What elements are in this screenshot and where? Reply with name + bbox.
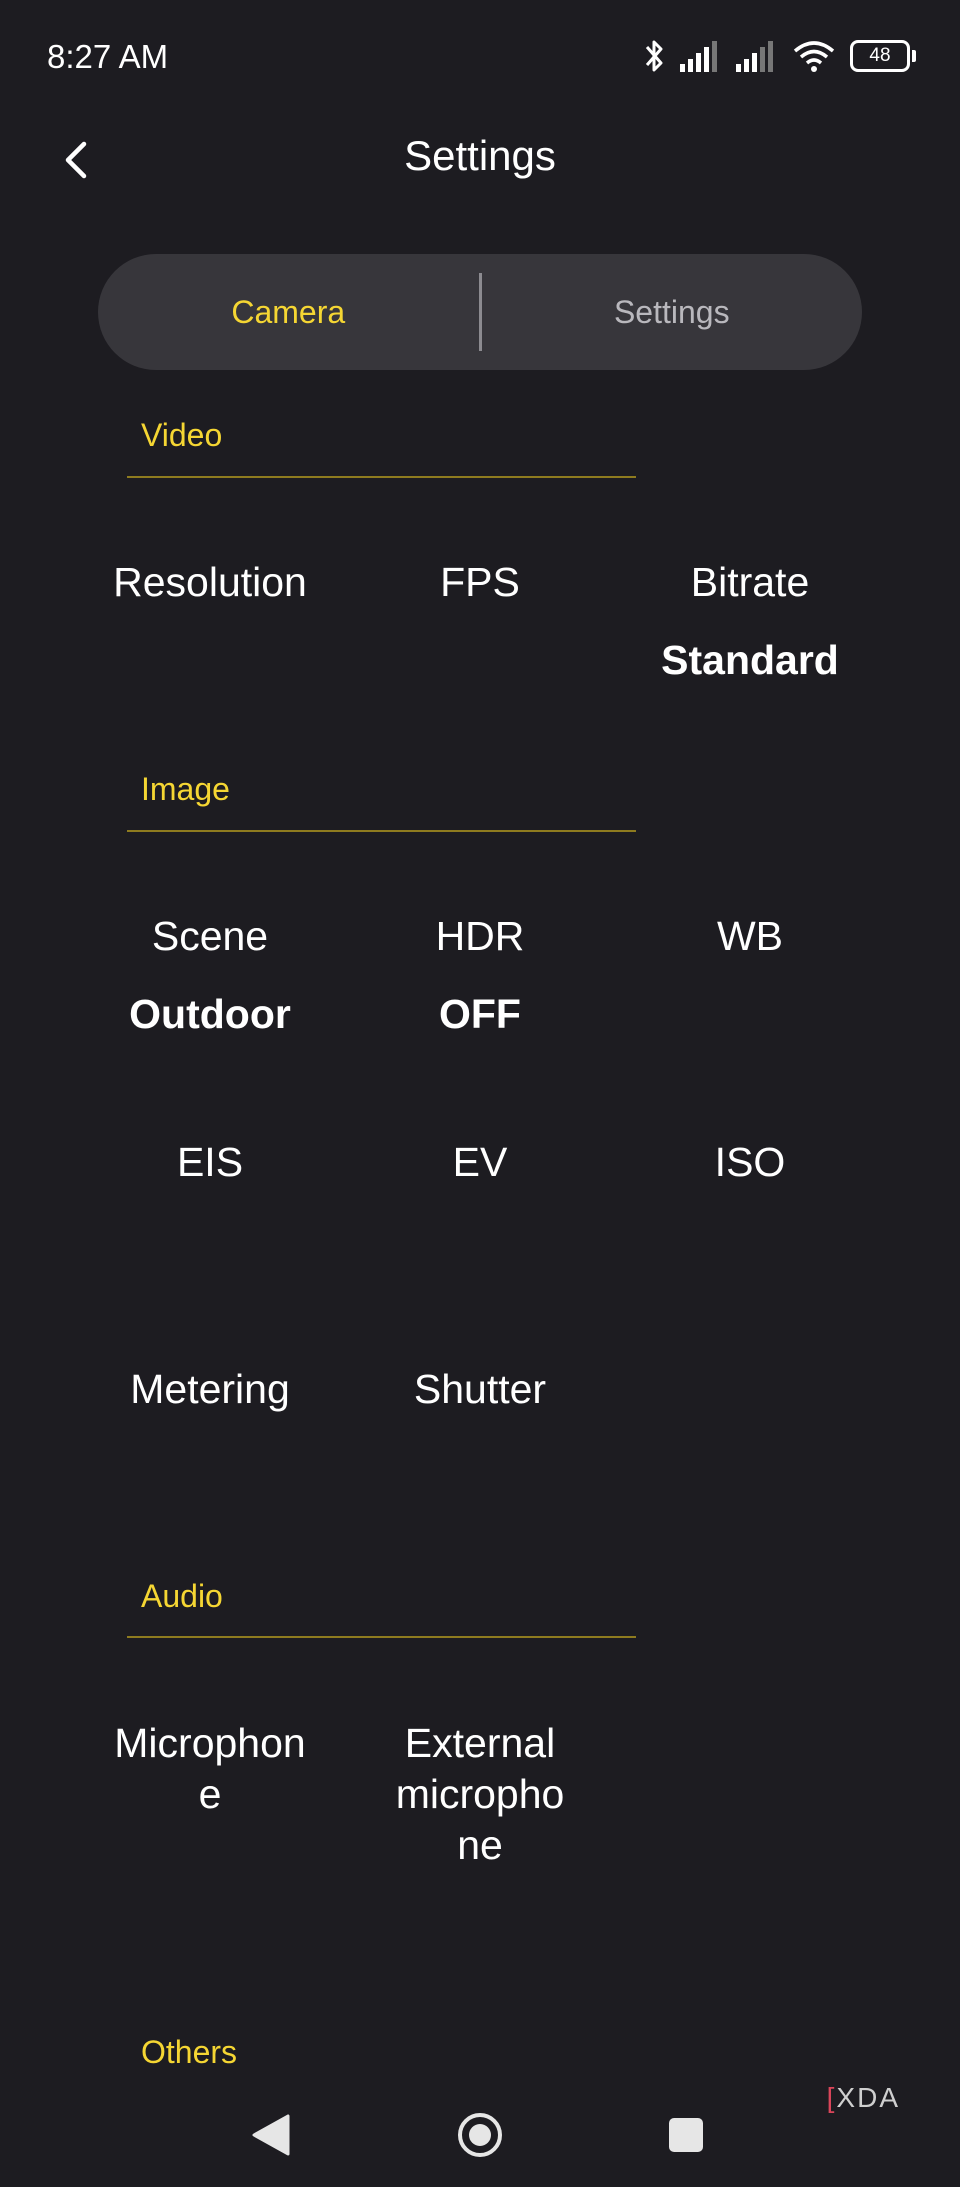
setting-label: Resolution bbox=[113, 559, 307, 605]
top-bar: Settings bbox=[0, 120, 960, 200]
section-title-video: Video bbox=[141, 417, 223, 453]
battery-icon: 48 bbox=[850, 40, 916, 72]
setting-ev[interactable]: EV bbox=[345, 1137, 615, 1188]
signal-icon-1 bbox=[680, 41, 717, 72]
setting-eis[interactable]: EIS bbox=[75, 1137, 345, 1188]
signal-icon-2 bbox=[736, 41, 773, 72]
status-bar: 8:27 AM 48 bbox=[0, 0, 960, 120]
setting-bitrate[interactable]: Bitrate Standard bbox=[615, 557, 885, 686]
page-title: Settings bbox=[404, 132, 556, 179]
setting-external-microphone[interactable]: External micropho ne bbox=[345, 1718, 615, 1871]
setting-hdr[interactable]: HDR OFF bbox=[345, 911, 615, 1040]
section-divider-image bbox=[127, 830, 636, 832]
setting-label: EIS bbox=[176, 1139, 244, 1185]
setting-label: HDR bbox=[435, 913, 525, 959]
tab-settings[interactable]: Settings bbox=[482, 294, 863, 331]
setting-iso[interactable]: ISO bbox=[615, 1137, 885, 1188]
setting-wb[interactable]: WB bbox=[615, 911, 885, 962]
nav-recents-icon[interactable] bbox=[657, 2110, 717, 2160]
navigation-bar: [XDA bbox=[0, 2070, 960, 2187]
section-title-audio: Audio bbox=[141, 1578, 223, 1614]
section-title-image: Image bbox=[141, 771, 230, 807]
wifi-icon bbox=[793, 41, 835, 72]
setting-label: EV bbox=[452, 1139, 508, 1185]
setting-metering[interactable]: Metering bbox=[75, 1364, 345, 1415]
setting-value: OFF bbox=[439, 991, 521, 1037]
setting-value: Outdoor bbox=[129, 991, 291, 1037]
setting-label: Metering bbox=[130, 1366, 290, 1412]
setting-label: Shutter bbox=[413, 1366, 547, 1412]
setting-label: Microphon e bbox=[114, 1720, 306, 1817]
setting-microphone[interactable]: Microphon e bbox=[75, 1718, 345, 1820]
setting-label: FPS bbox=[440, 559, 520, 605]
nav-home-icon[interactable] bbox=[450, 2110, 510, 2160]
setting-resolution[interactable]: Resolution bbox=[75, 557, 345, 608]
setting-label: WB bbox=[716, 913, 784, 959]
status-time: 8:27 AM bbox=[47, 38, 169, 75]
setting-label: External micropho ne bbox=[395, 1720, 565, 1868]
bluetooth-icon bbox=[645, 40, 663, 72]
setting-shutter[interactable]: Shutter bbox=[345, 1364, 615, 1415]
xda-watermark: [XDA bbox=[826, 2082, 900, 2113]
section-title-others: Others bbox=[141, 2034, 238, 2070]
setting-scene[interactable]: Scene Outdoor bbox=[75, 911, 345, 1040]
setting-fps[interactable]: FPS bbox=[345, 557, 615, 608]
setting-label: Bitrate bbox=[690, 559, 810, 605]
setting-value: Standard bbox=[661, 637, 839, 683]
section-divider-audio bbox=[127, 1636, 636, 1638]
status-icons: 48 bbox=[642, 38, 916, 74]
setting-label: Scene bbox=[151, 913, 269, 959]
setting-label: ISO bbox=[714, 1139, 786, 1185]
tab-camera[interactable]: Camera bbox=[98, 294, 479, 331]
section-divider-video bbox=[127, 476, 636, 478]
tab-switcher: Camera Settings bbox=[98, 254, 862, 370]
nav-back-icon[interactable] bbox=[241, 2110, 301, 2160]
